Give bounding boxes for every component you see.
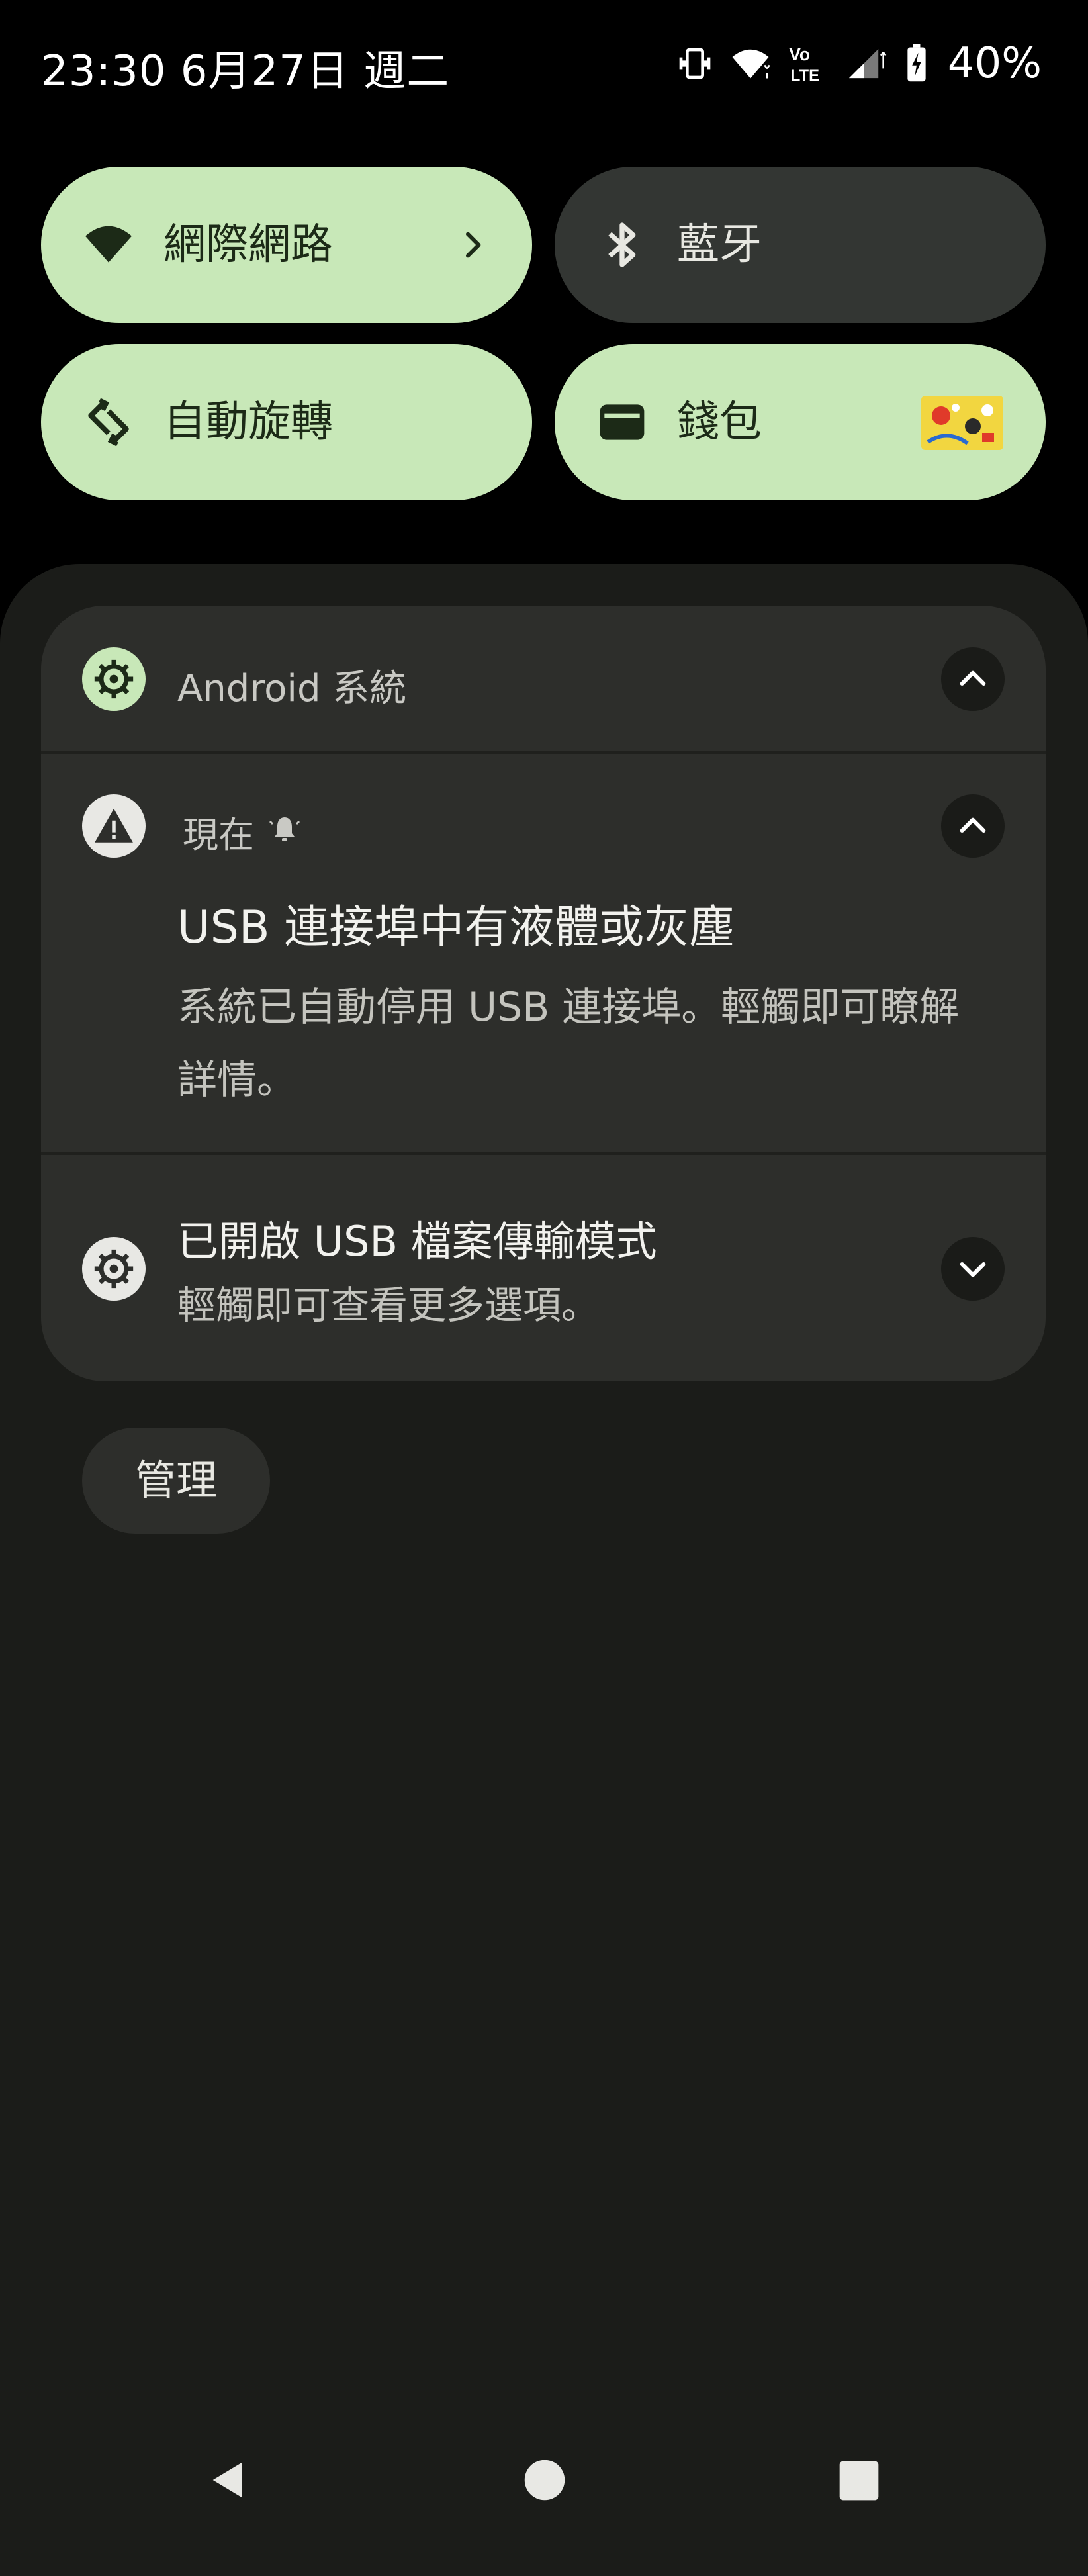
tile-wallet-label: 錢包 (677, 398, 762, 447)
tile-bluetooth-label: 藍牙 (677, 220, 762, 269)
svg-text:LTE: LTE (791, 67, 819, 84)
wifi-icon (732, 49, 770, 79)
group-collapse-button[interactable] (941, 647, 1005, 711)
battery-charging-icon (907, 44, 926, 82)
divider (41, 751, 1046, 754)
status-bar: 23:30 6月27日 週二 Vo LTE 40% (0, 0, 1088, 126)
usb-notification-body: 輕觸即可查看更多選項。 (177, 1283, 600, 1328)
auto-rotate-icon (88, 398, 129, 447)
volte-icon: Vo LTE (789, 44, 819, 84)
home-icon[interactable] (523, 2458, 567, 2502)
warning-icon (95, 808, 133, 843)
vibrate-icon (679, 48, 711, 79)
notification-body-line1: 系統已自動停用 USB 連接埠。輕觸即可瞭解 (177, 984, 960, 1031)
cell-signal-icon (848, 48, 887, 79)
alert-bell-icon (269, 817, 300, 841)
manage-button[interactable]: 管理 (82, 1428, 270, 1534)
chevron-up-icon (960, 670, 986, 686)
gear-icon (94, 659, 134, 699)
notification-title: USB 連接埠中有液體或灰塵 (177, 901, 735, 954)
battery-percentage: 40% (947, 39, 1042, 88)
notification-group-card[interactable]: Android 系統 現在 USB 連接埠中有液體或灰塵 系統已自動停用 USB… (41, 606, 1046, 1381)
tile-internet-label: 網際網路 (163, 220, 333, 269)
back-icon[interactable] (205, 2457, 251, 2503)
wifi-icon (85, 226, 132, 263)
status-icons: Vo LTE 40% (676, 37, 1042, 90)
status-time: 23:30 6月27日 週二 (41, 47, 450, 96)
chevron-right-icon (465, 232, 481, 258)
usb-notification-expand-button[interactable] (941, 1237, 1005, 1301)
tile-bluetooth[interactable]: 藍牙 (555, 167, 1046, 323)
svg-text:Vo: Vo (789, 44, 810, 64)
warning-notification-icon (82, 794, 146, 858)
divider (41, 1152, 1046, 1155)
group-app-icon (82, 647, 146, 711)
tile-internet[interactable]: 網際網路 (41, 167, 532, 323)
notification-collapse-button[interactable] (941, 794, 1005, 858)
tile-auto-rotate[interactable]: 自動旋轉 (41, 344, 532, 500)
wallet-card-image (921, 396, 1003, 450)
usb-notification-icon (82, 1237, 146, 1301)
wallet-icon (600, 404, 645, 440)
chevron-up-icon (960, 817, 986, 833)
tile-auto-rotate-label: 自動旋轉 (163, 398, 333, 447)
notification-body-line2: 詳情。 (177, 1057, 296, 1103)
bluetooth-icon (608, 222, 636, 267)
group-app-name: Android 系統 (177, 667, 407, 710)
notification-time: 現在 (183, 814, 254, 856)
tile-wallet[interactable]: 錢包 (555, 344, 1046, 500)
gear-icon (94, 1249, 134, 1289)
chevron-down-icon (960, 1262, 986, 1277)
usb-notification-title: 已開啟 USB 檔案傳輸模式 (177, 1217, 657, 1265)
recents-icon[interactable] (838, 2460, 880, 2502)
